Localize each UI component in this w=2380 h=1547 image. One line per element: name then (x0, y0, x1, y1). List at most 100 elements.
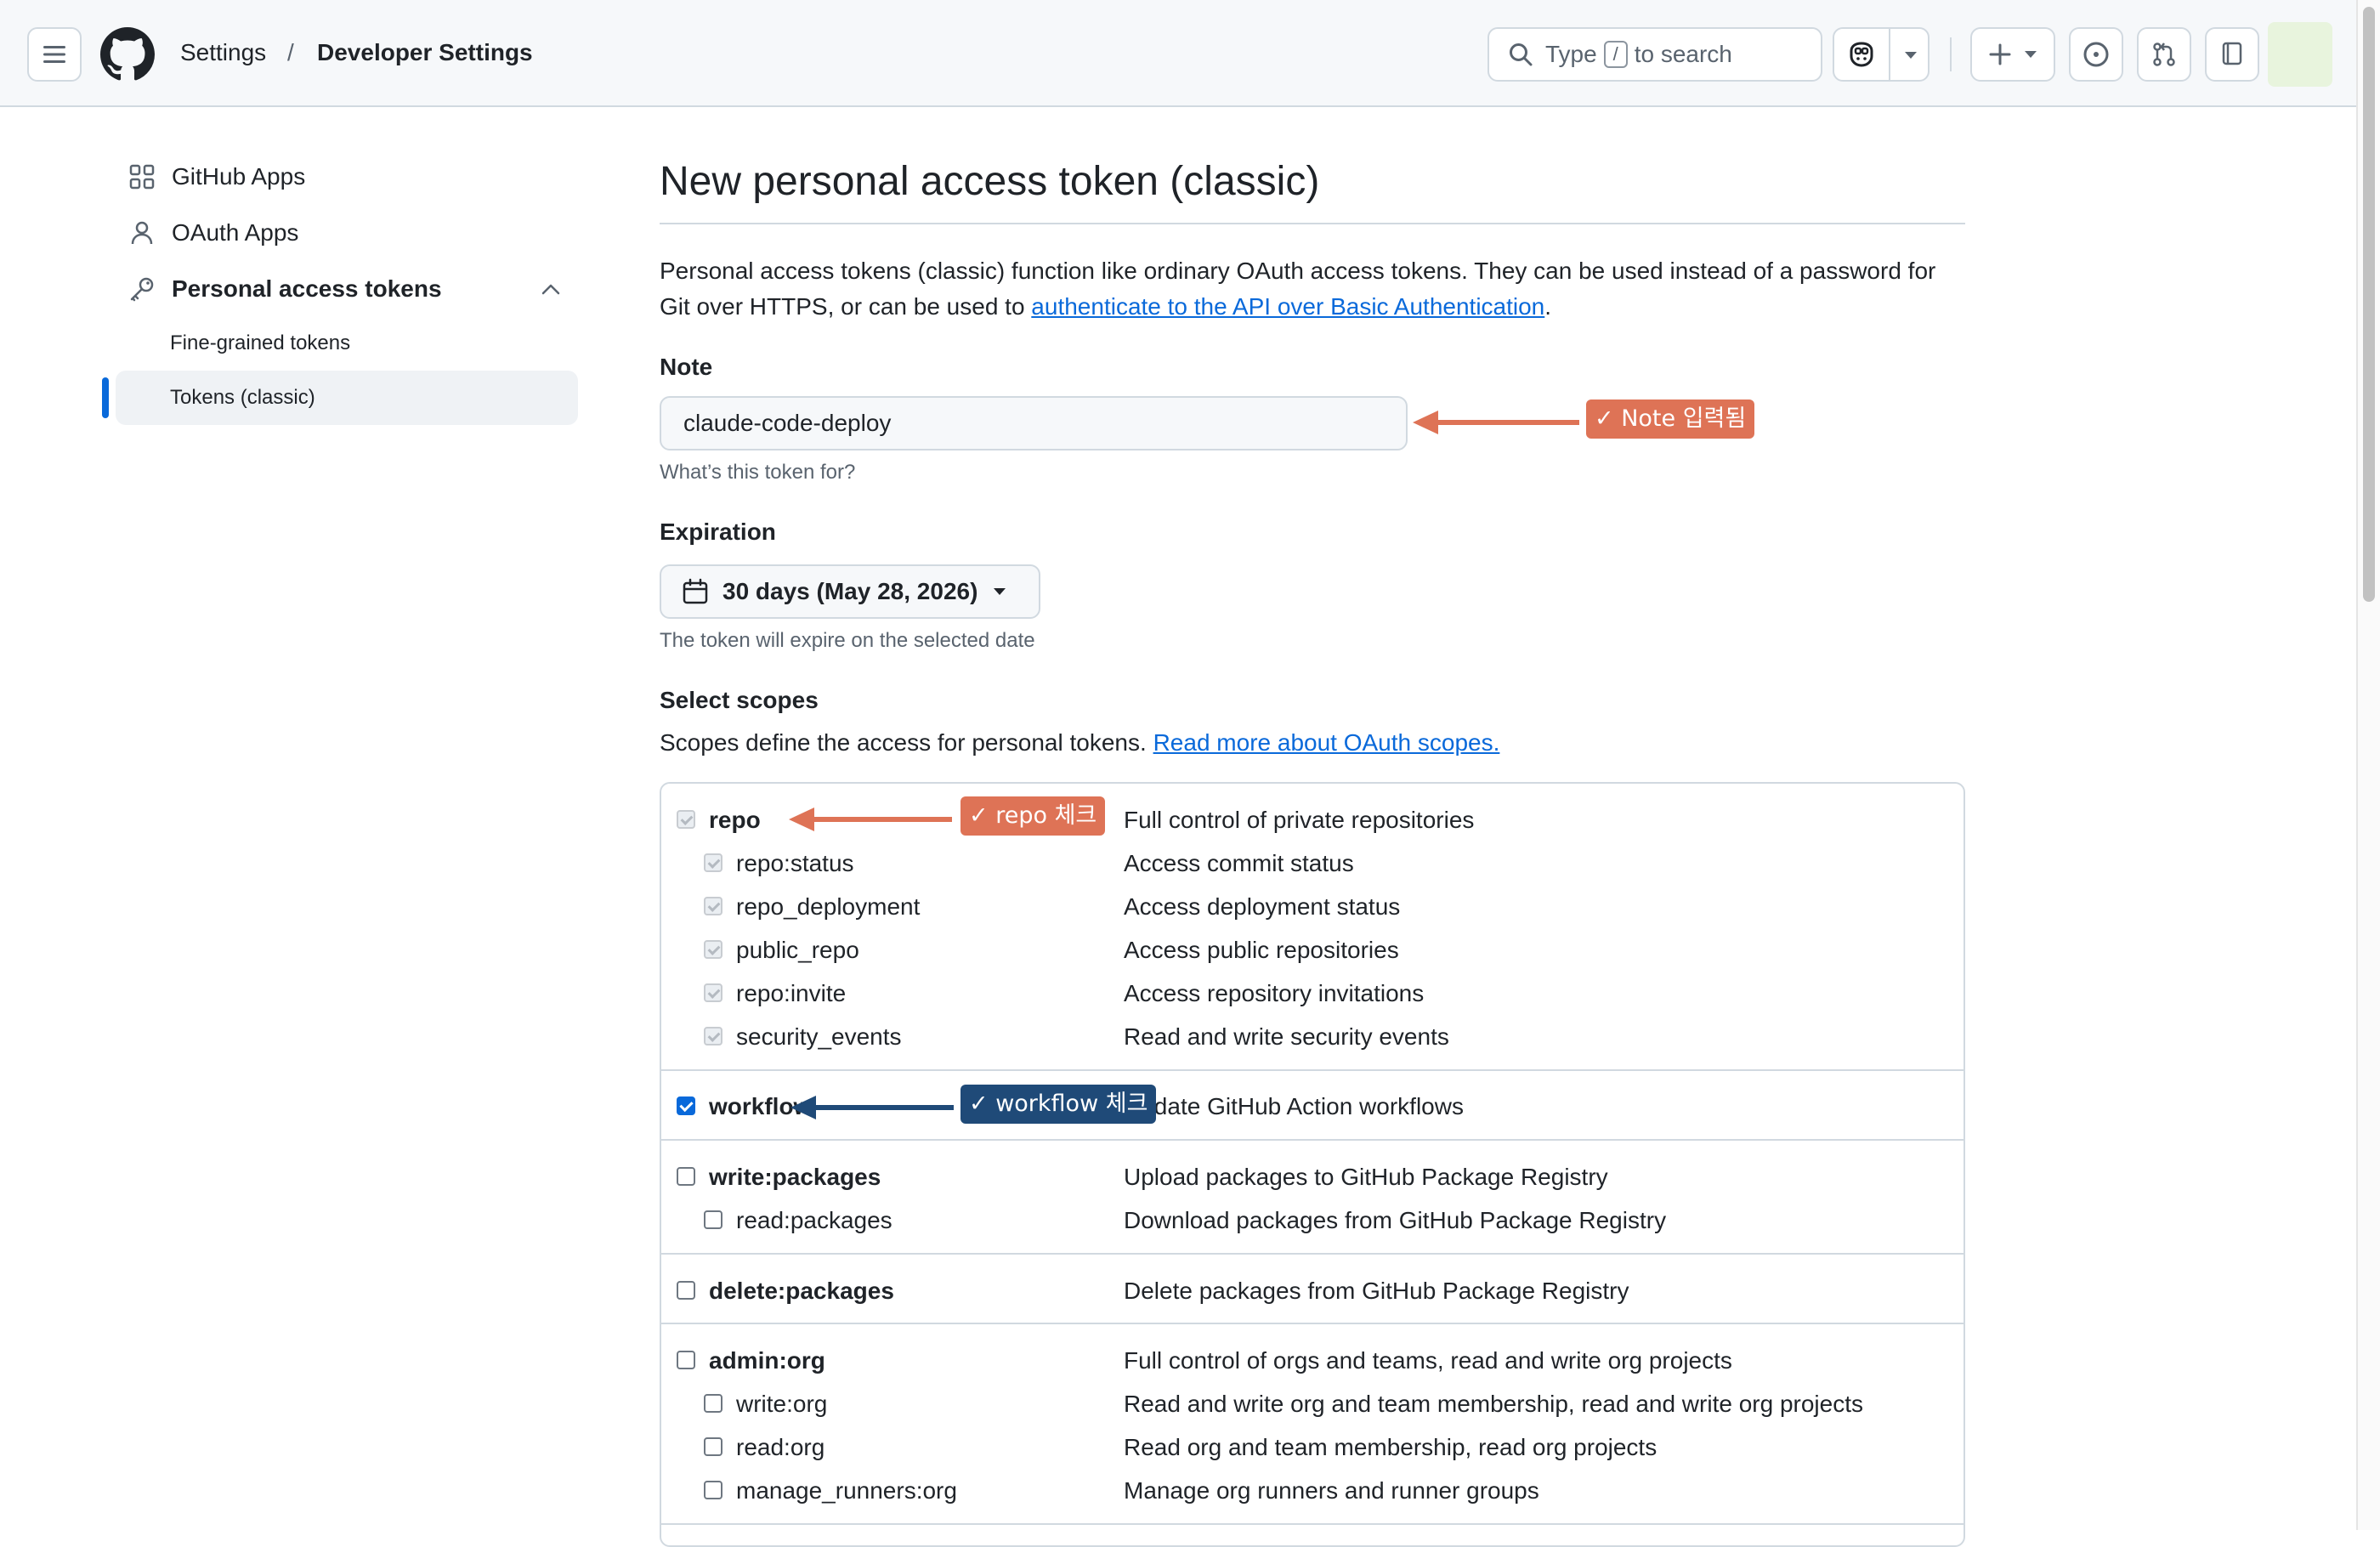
scope-description: Full control of orgs and teams, read and… (1124, 1347, 1732, 1374)
expiration-select[interactable]: 30 days (May 28, 2026) (660, 564, 1040, 619)
key-icon (128, 275, 156, 303)
sidebar-item-personal-access-tokens[interactable]: Personal access tokens (128, 272, 442, 306)
scope-row-read-org[interactable]: read:org Read org and team membership, r… (660, 1426, 1965, 1469)
search-button[interactable]: Type / to search (1488, 27, 1822, 82)
scope-checkbox[interactable] (704, 1210, 722, 1229)
intro-paragraph: Personal access tokens (classic) functio… (660, 253, 1969, 325)
scope-checkbox[interactable] (704, 1394, 722, 1413)
sidebar-item-github-apps[interactable]: GitHub Apps (128, 160, 305, 194)
scope-row-read-packages[interactable]: read:packages Download packages from Git… (660, 1199, 1965, 1242)
scope-checkbox[interactable] (704, 940, 722, 959)
create-new-button[interactable] (1970, 27, 2055, 82)
issues-button[interactable] (2069, 27, 2123, 82)
search-icon (1510, 43, 1533, 66)
scope-name: read:packages (736, 1207, 892, 1233)
scope-description: Full control of private repositories (1124, 807, 1475, 833)
scope-checkbox[interactable] (704, 897, 722, 915)
scope-group-divider (661, 1523, 1964, 1525)
chevron-up-icon[interactable] (541, 282, 561, 296)
title-divider (660, 223, 1965, 224)
scope-description: Manage org runners and runner groups (1124, 1477, 1539, 1504)
pull-requests-button[interactable] (2137, 27, 2191, 82)
scope-checkbox[interactable] (704, 853, 722, 872)
scopes-desc-text: Scopes define the access for personal to… (660, 729, 1147, 756)
sidebar-item-label: OAuth Apps (172, 219, 299, 246)
sidebar-subitem-fine-grained-tokens[interactable]: Fine-grained tokens (170, 332, 350, 355)
scope-row-write-packages[interactable]: write:packages Upload packages to GitHub… (660, 1156, 1965, 1198)
repo-annotation-badge: ✓ repo 체크 (960, 796, 1106, 836)
scope-row-admin-org[interactable]: admin:org Full control of orgs and teams… (660, 1340, 1965, 1382)
breadcrumb-developer-settings[interactable]: Developer Settings (317, 36, 533, 70)
scope-checkbox[interactable] (704, 1437, 722, 1456)
calendar-icon (683, 578, 708, 604)
scope-row-public-repo[interactable]: public_repo Access public repositories (660, 929, 1965, 972)
page-title: New personal access token (classic) (660, 159, 1320, 204)
scopes-description: Scopes define the access for personal to… (660, 729, 1499, 756)
workflow-annotation-badge: ✓ workflow 체크 (960, 1085, 1157, 1124)
inbox-button[interactable] (2205, 27, 2259, 82)
scope-name: public_repo (736, 937, 859, 963)
scope-row-delete-packages[interactable]: delete:packages Delete packages from Git… (660, 1270, 1965, 1312)
note-label: Note (660, 354, 713, 380)
breadcrumb-settings[interactable]: Settings (180, 36, 266, 70)
scope-checkbox[interactable] (677, 1281, 695, 1300)
sidebar-item-label: Personal access tokens (172, 275, 442, 302)
scope-group-divider (661, 1069, 1964, 1071)
scope-checkbox[interactable] (704, 983, 722, 1002)
expiration-label: Expiration (660, 518, 776, 545)
sidebar-item-oauth-apps[interactable]: OAuth Apps (128, 216, 298, 250)
scope-checkbox[interactable] (677, 1351, 695, 1369)
scope-row-repo-status[interactable]: repo:status Access commit status (660, 842, 1965, 885)
scope-group-divider (661, 1323, 1964, 1324)
avatar[interactable] (2268, 22, 2332, 87)
github-logo-icon[interactable] (100, 27, 155, 82)
scope-name: delete:packages (709, 1278, 894, 1304)
scope-row-write-org[interactable]: write:org Read and write org and team me… (660, 1383, 1965, 1425)
chevron-down-icon (994, 588, 1006, 595)
scope-checkbox[interactable] (677, 1167, 695, 1186)
scope-description: Access deployment status (1124, 893, 1401, 920)
menu-button[interactable] (27, 27, 82, 82)
scrollbar-thumb[interactable] (2363, 7, 2375, 602)
scope-name: write:packages (709, 1164, 881, 1190)
scope-checkbox[interactable] (704, 1027, 722, 1046)
scope-checkbox[interactable] (677, 1096, 695, 1115)
note-annotation-arrow (1436, 420, 1579, 425)
scope-group-divider (661, 1253, 1964, 1255)
scope-checkbox[interactable] (704, 1481, 722, 1499)
scope-row-repo-invite[interactable]: repo:invite Access repository invitation… (660, 972, 1965, 1015)
scope-row-repo-deployment[interactable]: repo_deployment Access deployment status (660, 886, 1965, 928)
plus-icon (1989, 43, 2011, 65)
sidebar-subitem-tokens-classic[interactable]: Tokens (classic) (170, 386, 315, 410)
scope-name: security_events (736, 1023, 902, 1050)
arrow-head-icon (790, 1096, 816, 1119)
scope-name: admin:org (709, 1347, 825, 1374)
repo-annotation-arrow (813, 817, 952, 822)
scope-description: Access repository invitations (1124, 980, 1425, 1006)
chevron-down-icon[interactable] (1904, 51, 1918, 60)
note-hint: What’s this token for? (660, 461, 856, 484)
hamburger-icon (43, 46, 65, 63)
basic-auth-link[interactable]: authenticate to the API over Basic Authe… (1031, 293, 1544, 320)
workflow-annotation-arrow (814, 1105, 954, 1110)
scope-row-manage-runners-org[interactable]: manage_runners:org Manage org runners an… (660, 1470, 1965, 1512)
oauth-scopes-link[interactable]: Read more about OAuth scopes. (1153, 729, 1500, 756)
scope-description: Read and write org and team membership, … (1124, 1391, 1863, 1417)
scope-checkbox[interactable] (677, 810, 695, 829)
scope-description: Access commit status (1124, 850, 1354, 876)
scope-name: write:org (736, 1391, 828, 1417)
scope-description: Access public repositories (1124, 937, 1399, 963)
copilot-divider (1889, 29, 1890, 80)
search-shortcut-key: / (1603, 41, 1628, 68)
scope-row-security-events[interactable]: security_events Read and write security … (660, 1016, 1965, 1058)
note-input[interactable] (660, 396, 1408, 450)
copilot-button[interactable] (1833, 27, 1930, 82)
person-icon (128, 218, 156, 247)
scope-name: repo_deployment (736, 893, 921, 920)
top-header: Settings / Developer Settings Type / to … (0, 0, 2356, 107)
copilot-icon (1850, 42, 1873, 67)
expiration-value: 30 days (May 28, 2026) (722, 578, 978, 604)
apps-icon (128, 162, 156, 191)
arrow-head-icon (1413, 411, 1438, 434)
expiration-hint: The token will expire on the selected da… (660, 629, 1035, 652)
